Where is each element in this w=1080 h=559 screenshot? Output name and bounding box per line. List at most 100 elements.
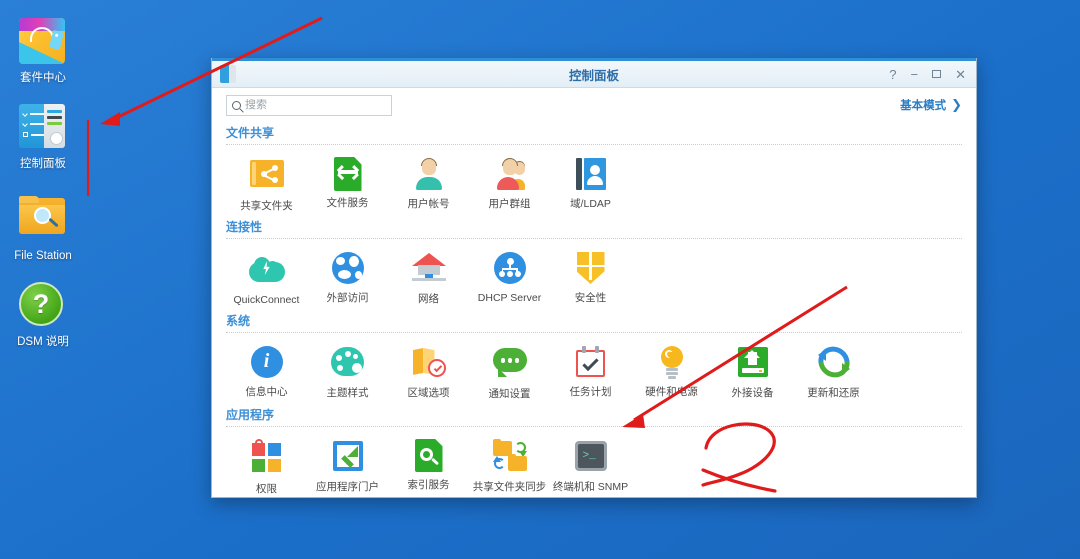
- external-access-icon: [330, 252, 366, 288]
- item-indexing-service[interactable]: 索引服务: [388, 431, 469, 497]
- quickconnect-icon: [248, 254, 285, 290]
- domain-ldap-icon: [573, 158, 609, 194]
- user-account-icon: [411, 158, 447, 194]
- section-connectivity: 连接性 QuickConnect 外部访问 网络 DHCP Server 安全性: [226, 218, 962, 310]
- section-items: 权限 应用程序门户 索引服务 共享文件夹同步 >_ 终端机和 SNMP: [226, 431, 962, 497]
- item-label: 硬件和电源: [645, 386, 698, 398]
- search-icon: [232, 100, 241, 110]
- basic-mode-label: 基本模式: [900, 100, 947, 112]
- item-terminal-snmp[interactable]: >_ 终端机和 SNMP: [550, 431, 631, 497]
- item-external-devices[interactable]: 外接设备: [712, 337, 793, 404]
- privileges-icon: [249, 439, 285, 479]
- section-title: 文件共享: [226, 126, 275, 140]
- item-label: 通知设置: [488, 388, 531, 400]
- external-devices-icon: [735, 347, 771, 383]
- section-system: 系统 i 信息中心 主题样式 区域选项 通知设置 任务计划 硬件和电源 外接设备…: [226, 312, 962, 404]
- item-shared-folder-sync[interactable]: 共享文件夹同步: [469, 431, 550, 497]
- item-update-restore[interactable]: 更新和还原: [793, 337, 874, 404]
- item-user-account[interactable]: 用户帐号: [388, 149, 469, 216]
- search-box[interactable]: [226, 94, 392, 116]
- section-title: 系统: [226, 314, 251, 328]
- shared-folder-sync-icon: [492, 439, 528, 477]
- desktop-icon-label: 套件中心: [20, 72, 66, 84]
- item-external-access[interactable]: 外部访问: [307, 243, 388, 310]
- item-label: 共享文件夹同步: [472, 481, 547, 493]
- item-label: 域/LDAP: [570, 198, 611, 210]
- control-panel-icon: [19, 104, 67, 152]
- desktop-icon-label: 控制面板: [20, 158, 66, 170]
- maximize-button[interactable]: [932, 70, 942, 78]
- desktop: 套件中心 控制面板 File Station ? DSM 说明 控制面板 ? −…: [0, 0, 1080, 559]
- chevron-right-icon: ❯: [951, 97, 962, 112]
- desktop-icon-control-panel[interactable]: 控制面板: [0, 104, 86, 171]
- item-label: 主题样式: [326, 387, 369, 399]
- window-titlebar[interactable]: 控制面板 ? − ✕: [212, 58, 976, 88]
- item-label: 共享文件夹: [240, 200, 293, 212]
- item-shared-folder[interactable]: 共享文件夹: [226, 149, 307, 216]
- section-items: 共享文件夹 文件服务 用户帐号 用户群组 域/LDAP: [226, 149, 962, 216]
- package-center-icon: [19, 18, 67, 66]
- item-label: 应用程序门户: [316, 481, 379, 493]
- section-applications: 应用程序 权限 应用程序门户 索引服务 共享文件夹同步 >_ 终端机和 SNMP: [226, 406, 962, 497]
- item-label: 用户群组: [488, 198, 531, 210]
- item-task-scheduler[interactable]: 任务计划: [550, 337, 631, 404]
- item-label: 索引服务: [407, 479, 450, 491]
- item-label: 文件服务: [326, 197, 369, 209]
- notification-icon: [492, 348, 528, 384]
- section-file-sharing: 文件共享 共享文件夹 文件服务 用户帐号 用户群组 域/LDAP: [226, 124, 962, 216]
- section-divider: [226, 144, 962, 145]
- item-notification[interactable]: 通知设置: [469, 337, 550, 404]
- item-security[interactable]: 安全性: [550, 243, 631, 310]
- window-toolbar: 基本模式 ❯: [212, 88, 976, 122]
- shared-folder-icon: [249, 160, 285, 196]
- close-button[interactable]: ✕: [955, 68, 966, 81]
- dsm-help-icon: ?: [19, 282, 67, 330]
- item-domain-ldap[interactable]: 域/LDAP: [550, 149, 631, 216]
- window-title: 控制面板: [568, 68, 619, 83]
- item-dhcp-server[interactable]: DHCP Server: [469, 243, 550, 310]
- basic-mode-link[interactable]: 基本模式 ❯: [900, 97, 962, 113]
- item-label: 信息中心: [245, 386, 288, 398]
- item-quickconnect[interactable]: QuickConnect: [226, 243, 307, 310]
- item-theme-style[interactable]: 主题样式: [307, 337, 388, 404]
- regional-options-icon: [411, 347, 447, 383]
- theme-style-icon: [330, 347, 366, 383]
- item-hardware-power[interactable]: 硬件和电源: [631, 337, 712, 404]
- item-label: QuickConnect: [233, 294, 300, 306]
- section-title: 连接性: [226, 220, 263, 234]
- item-info-center[interactable]: i 信息中心: [226, 337, 307, 404]
- item-user-group[interactable]: 用户群组: [469, 149, 550, 216]
- help-button[interactable]: ?: [889, 68, 896, 81]
- item-label: 用户帐号: [407, 198, 450, 210]
- user-group-icon: [492, 158, 528, 194]
- item-label: 网络: [418, 293, 439, 305]
- desktop-icon-file-station[interactable]: File Station: [0, 196, 86, 263]
- item-application-portal[interactable]: 应用程序门户: [307, 431, 388, 497]
- item-label: 外部访问: [326, 292, 369, 304]
- section-items: QuickConnect 外部访问 网络 DHCP Server 安全性: [226, 243, 962, 310]
- item-label: 权限: [256, 483, 277, 495]
- minimize-button[interactable]: −: [911, 68, 919, 81]
- indexing-service-icon: [411, 439, 447, 475]
- item-file-service[interactable]: 文件服务: [307, 149, 388, 216]
- section-divider: [226, 332, 962, 333]
- application-portal-icon: [330, 441, 366, 477]
- item-privileges[interactable]: 权限: [226, 431, 307, 497]
- desktop-icon-label: File Station: [14, 250, 72, 262]
- item-network[interactable]: 网络: [388, 243, 469, 310]
- section-divider: [226, 426, 962, 427]
- desktop-icon-label: DSM 说明: [17, 336, 69, 348]
- section-title: 应用程序: [226, 408, 275, 422]
- info-center-icon: i: [249, 346, 285, 382]
- network-icon: [411, 253, 447, 289]
- window-controls: ? − ✕: [889, 68, 966, 81]
- item-regional-options[interactable]: 区域选项: [388, 337, 469, 404]
- desktop-icon-dsm-help[interactable]: ? DSM 说明: [0, 282, 86, 349]
- hardware-power-icon: [654, 346, 690, 382]
- desktop-icon-package-center[interactable]: 套件中心: [0, 18, 86, 85]
- control-panel-window: 控制面板 ? − ✕ 基本模式 ❯ 文件共享: [211, 58, 977, 498]
- search-input[interactable]: [245, 99, 375, 111]
- item-label: 任务计划: [569, 386, 612, 398]
- section-items: i 信息中心 主题样式 区域选项 通知设置 任务计划 硬件和电源 外接设备 更新…: [226, 337, 962, 404]
- item-label: 安全性: [574, 292, 607, 304]
